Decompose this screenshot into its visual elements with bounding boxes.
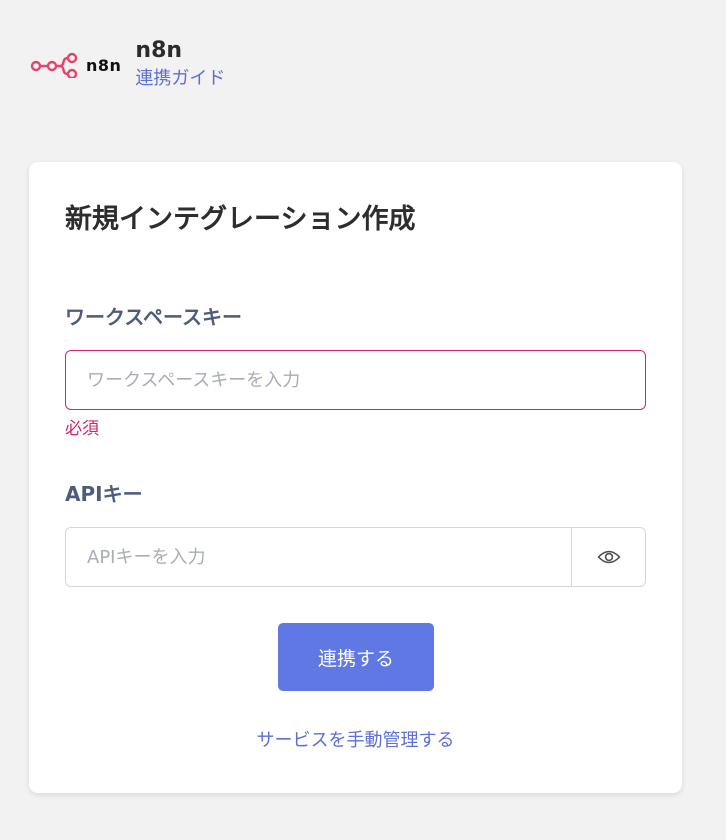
n8n-logo-icon [30, 52, 78, 78]
form-title: 新規インテグレーション作成 [65, 204, 416, 235]
integration-form-card: 新規インテグレーション作成 ワークスペースキー 必須 APIキー 連携する サー… [29, 162, 682, 793]
workspace-key-error: 必須 [65, 419, 99, 439]
eye-icon [597, 550, 620, 564]
header: n8n n8n 連携ガイド [30, 36, 225, 92]
app-name: n8n [135, 38, 183, 63]
workspace-key-input[interactable] [65, 350, 646, 410]
connect-button[interactable]: 連携する [278, 623, 434, 691]
workspace-key-label: ワークスペースキー [65, 305, 242, 329]
api-key-input[interactable] [66, 528, 571, 586]
integration-guide-link[interactable]: 連携ガイド [135, 66, 225, 92]
show-password-toggle[interactable] [571, 528, 645, 586]
n8n-logo: n8n [30, 52, 121, 78]
api-key-field [65, 527, 646, 587]
header-text: n8n 連携ガイド [135, 36, 225, 92]
api-key-label: APIキー [65, 482, 143, 506]
manage-service-manually-link[interactable]: サービスを手動管理する [29, 728, 682, 754]
logo-wordmark: n8n [86, 55, 122, 75]
